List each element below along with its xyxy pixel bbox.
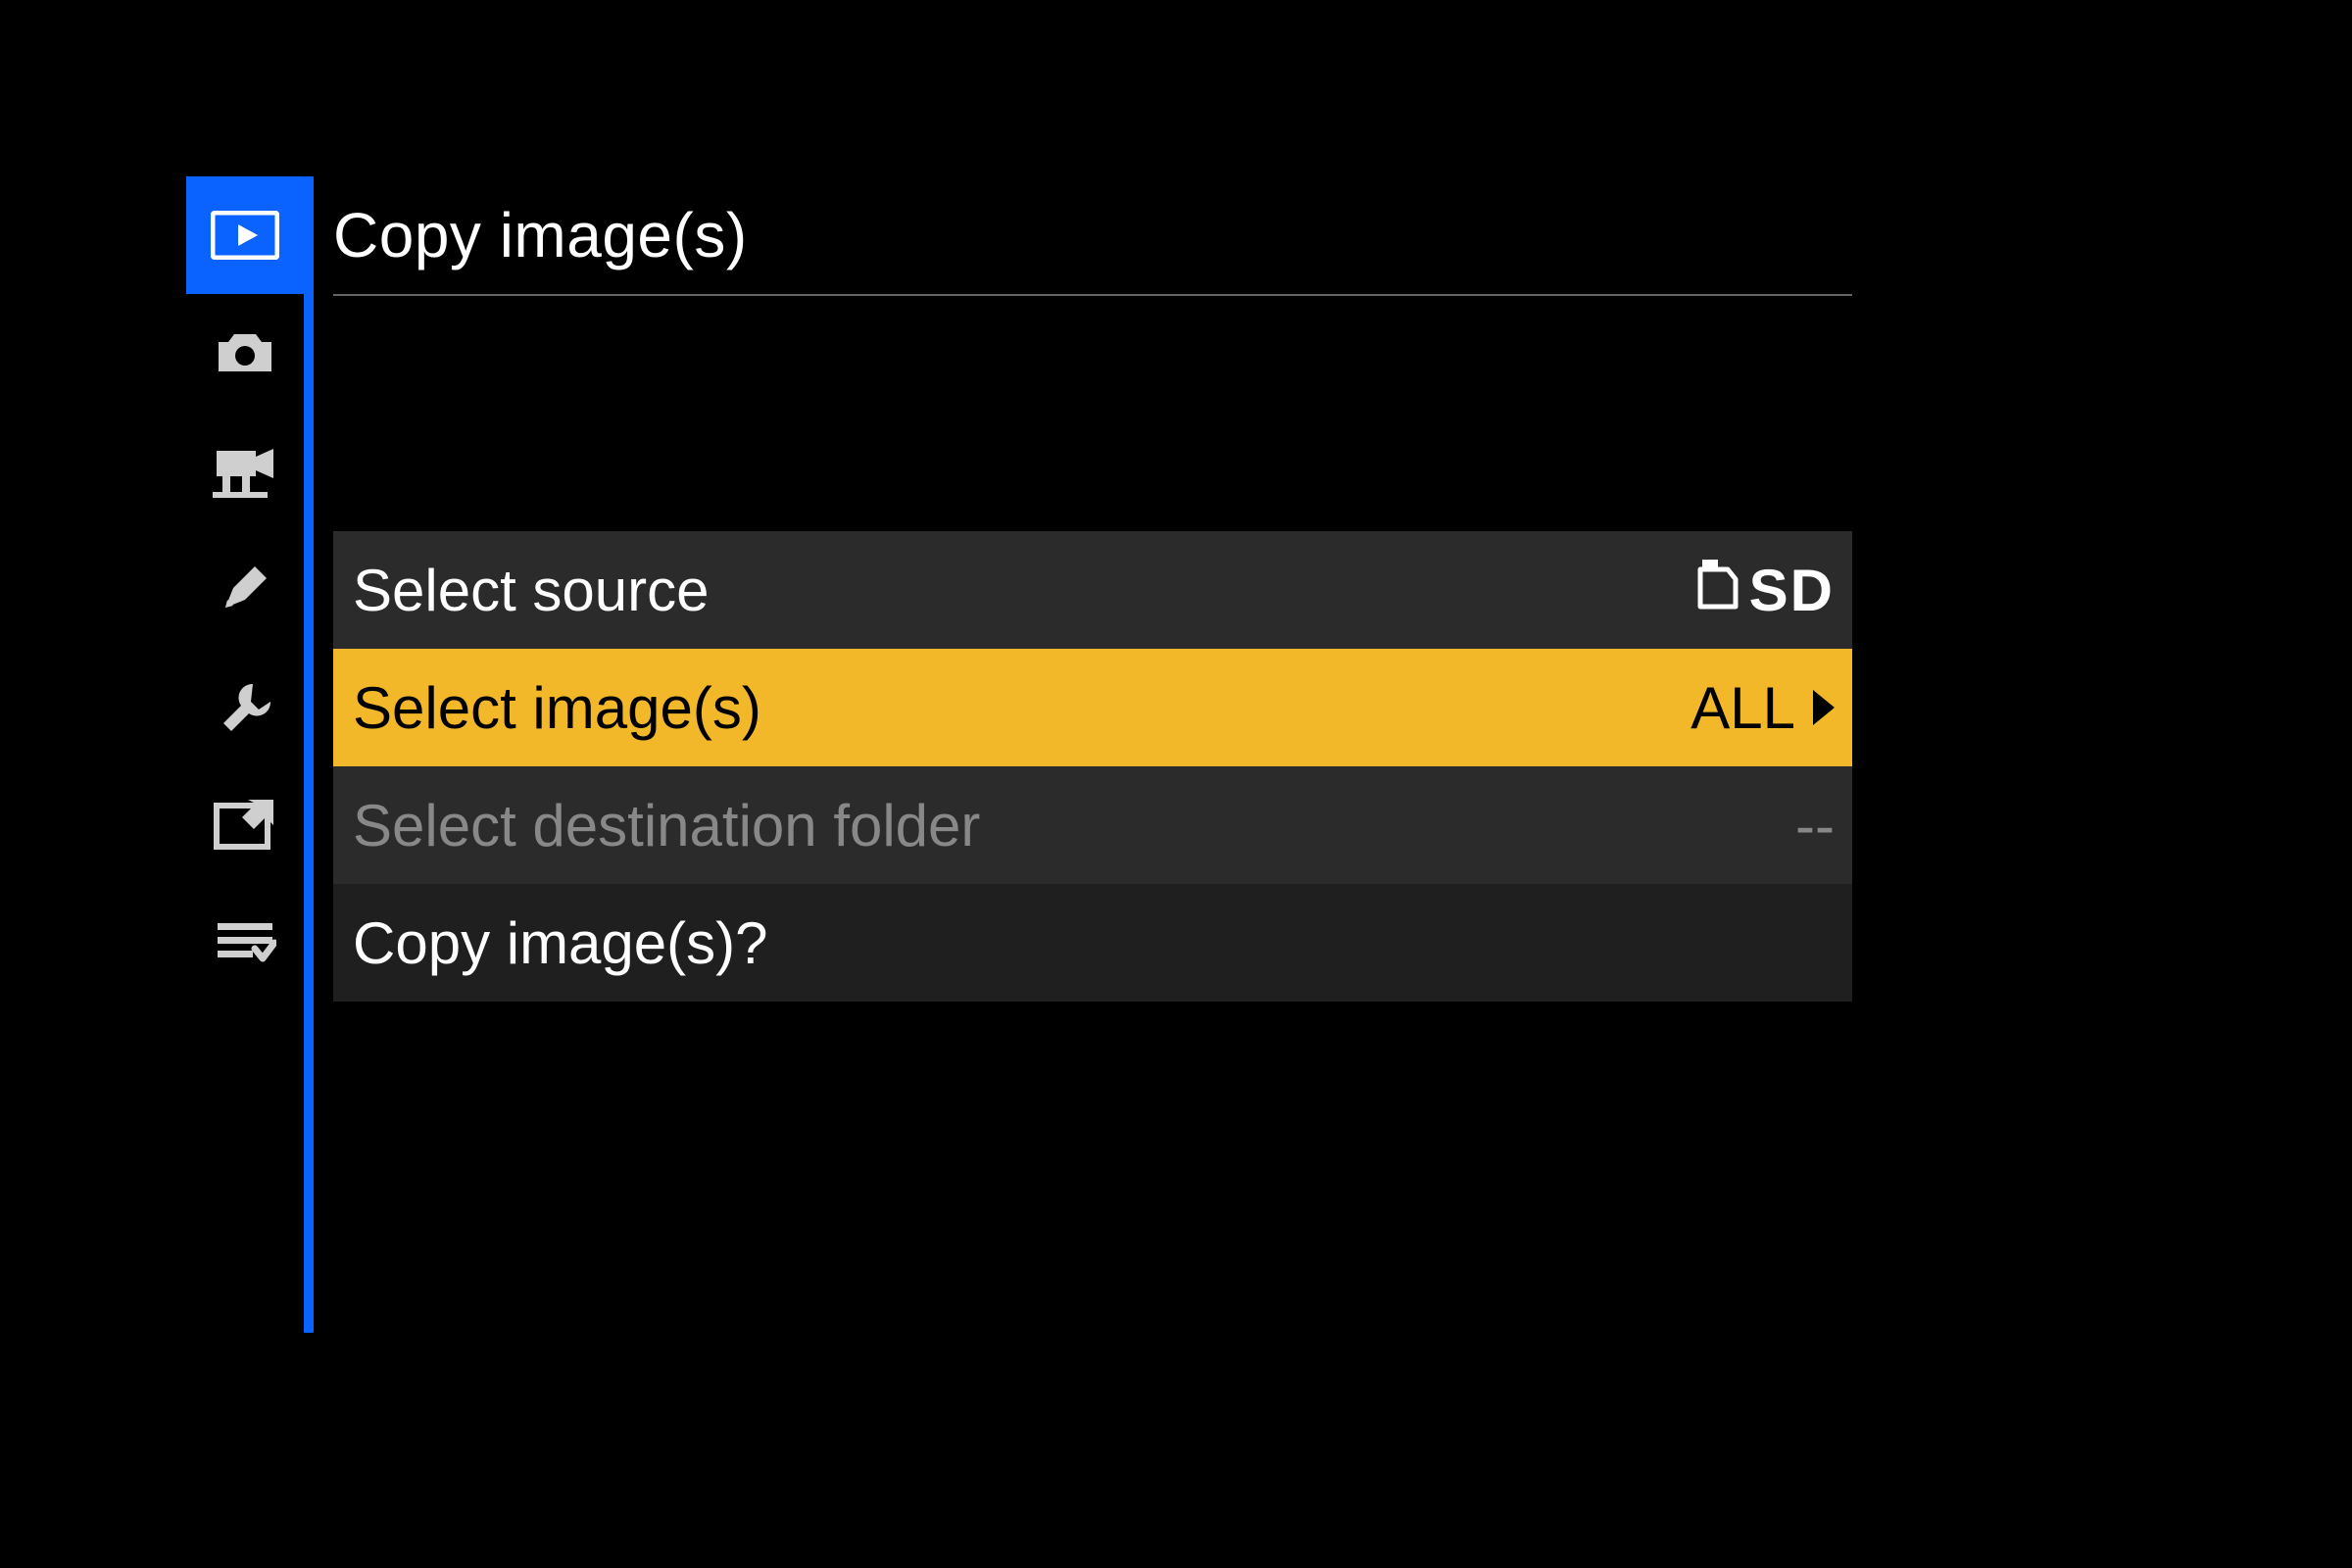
- sd-label: SD: [1749, 557, 1835, 624]
- tab-photo-shooting[interactable]: [186, 294, 304, 412]
- row-select-source[interactable]: Select source SD: [333, 531, 1852, 649]
- value-text: ALL: [1690, 674, 1795, 742]
- pencil-icon: [216, 559, 274, 617]
- tab-playback[interactable]: [186, 176, 304, 294]
- sd-card-icon: [1696, 557, 1740, 624]
- chevron-right-icon: [1813, 690, 1835, 725]
- menu-content: Copy image(s) Select source SD Select im…: [314, 176, 1852, 1333]
- retouch-icon: [213, 796, 277, 851]
- my-menu-icon: [214, 919, 276, 962]
- tab-retouch[interactable]: [186, 764, 304, 882]
- row-value: --: [1795, 792, 1835, 859]
- menu-header: Copy image(s): [333, 176, 1852, 294]
- side-tab-strip: [186, 176, 304, 1333]
- row-select-destination: Select destination folder --: [333, 766, 1852, 884]
- tab-video-shooting[interactable]: [186, 412, 304, 529]
- row-value: SD: [1696, 557, 1835, 624]
- row-select-images[interactable]: Select image(s) ALL: [333, 649, 1852, 766]
- camera-menu-screen: Copy image(s) Select source SD Select im…: [186, 176, 1852, 1333]
- page-title: Copy image(s): [333, 199, 748, 271]
- row-label: Select source: [353, 557, 710, 624]
- row-value: ALL: [1690, 674, 1835, 742]
- camera-icon: [211, 328, 279, 377]
- row-copy-confirm[interactable]: Copy image(s)?: [333, 884, 1852, 1002]
- tab-custom-settings[interactable]: [186, 529, 304, 647]
- tab-my-menu[interactable]: [186, 882, 304, 1000]
- video-camera-icon: [211, 443, 279, 498]
- spacer: [333, 296, 1852, 531]
- row-label: Select destination folder: [353, 792, 980, 859]
- tab-setup[interactable]: [186, 647, 304, 764]
- accent-bar: [304, 176, 314, 1333]
- playback-icon: [211, 211, 279, 260]
- row-label: Copy image(s)?: [353, 909, 768, 977]
- row-label: Select image(s): [353, 674, 761, 742]
- wrench-icon: [216, 676, 274, 735]
